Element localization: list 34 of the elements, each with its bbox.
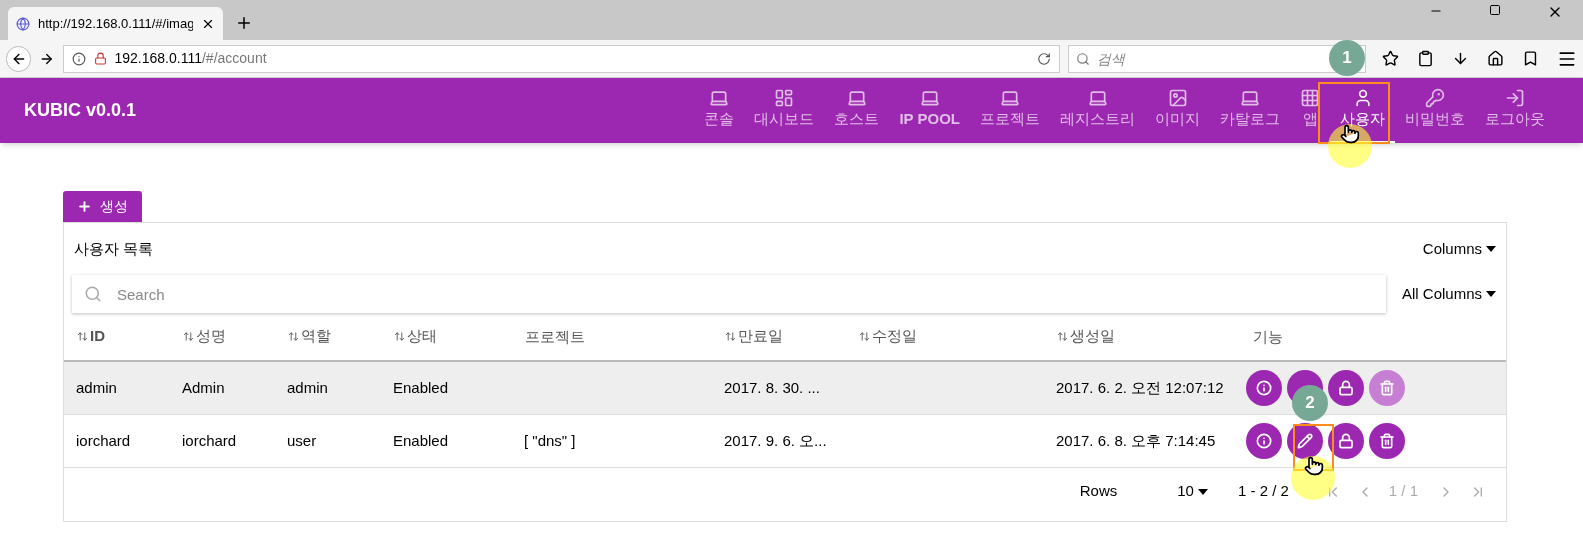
page-text: 1 / 1 <box>1388 481 1418 502</box>
column-header: 기능 <box>1253 327 1283 347</box>
url-text: 192.168.0.111/#/account <box>114 49 267 68</box>
table-cell: 2017. 8. 30. ... <box>724 379 820 396</box>
table-cell: iorchard <box>76 432 131 449</box>
table-cell: 2017. 9. 6. 오... <box>724 432 827 449</box>
nav-label: 콘솔 <box>704 109 735 130</box>
table-cell: user <box>287 432 317 449</box>
table-cell: admin <box>76 379 117 396</box>
nav-label: IP POOL <box>899 109 960 130</box>
nav-label: 로그아웃 <box>1485 109 1545 130</box>
table-cell: 2017. 6. 2. 오전 12:07:12 <box>1056 379 1224 396</box>
table-cell: Enabled <box>393 432 449 449</box>
nav-label: 앱 <box>1302 109 1318 130</box>
table-cell: Enabled <box>393 379 449 396</box>
column-header: 프로젝트 <box>525 327 585 347</box>
table-cell: 2017. 6. 8. 오후 7:14:45 <box>1056 432 1216 449</box>
app-title: KUBIC v0.0.1 <box>24 99 137 122</box>
range-text: 1 - 2 / 2 <box>1237 481 1289 502</box>
nav-label: 사용자 <box>1340 109 1385 130</box>
table-cell: iorchard <box>182 432 237 449</box>
table-cell: Admin <box>182 379 225 396</box>
nav-label: 비밀번호 <box>1405 109 1465 130</box>
table-title: 사용자 목록 <box>74 238 154 259</box>
nav-label: 레지스트리 <box>1060 109 1135 130</box>
nav-label: 대시보드 <box>754 109 815 130</box>
table-cell: [ "dns" ] <box>524 432 576 449</box>
nav-label: 호스트 <box>834 109 880 130</box>
nav-label: 카탈로그 <box>1220 109 1280 130</box>
nav-label: 이미지 <box>1155 109 1200 130</box>
rows-label: Rows <box>1079 481 1118 502</box>
table-cell: admin <box>287 379 328 396</box>
nav-label: 프로젝트 <box>980 109 1040 130</box>
tab-title: http://192.168.0.111/#/imag <box>38 14 193 33</box>
